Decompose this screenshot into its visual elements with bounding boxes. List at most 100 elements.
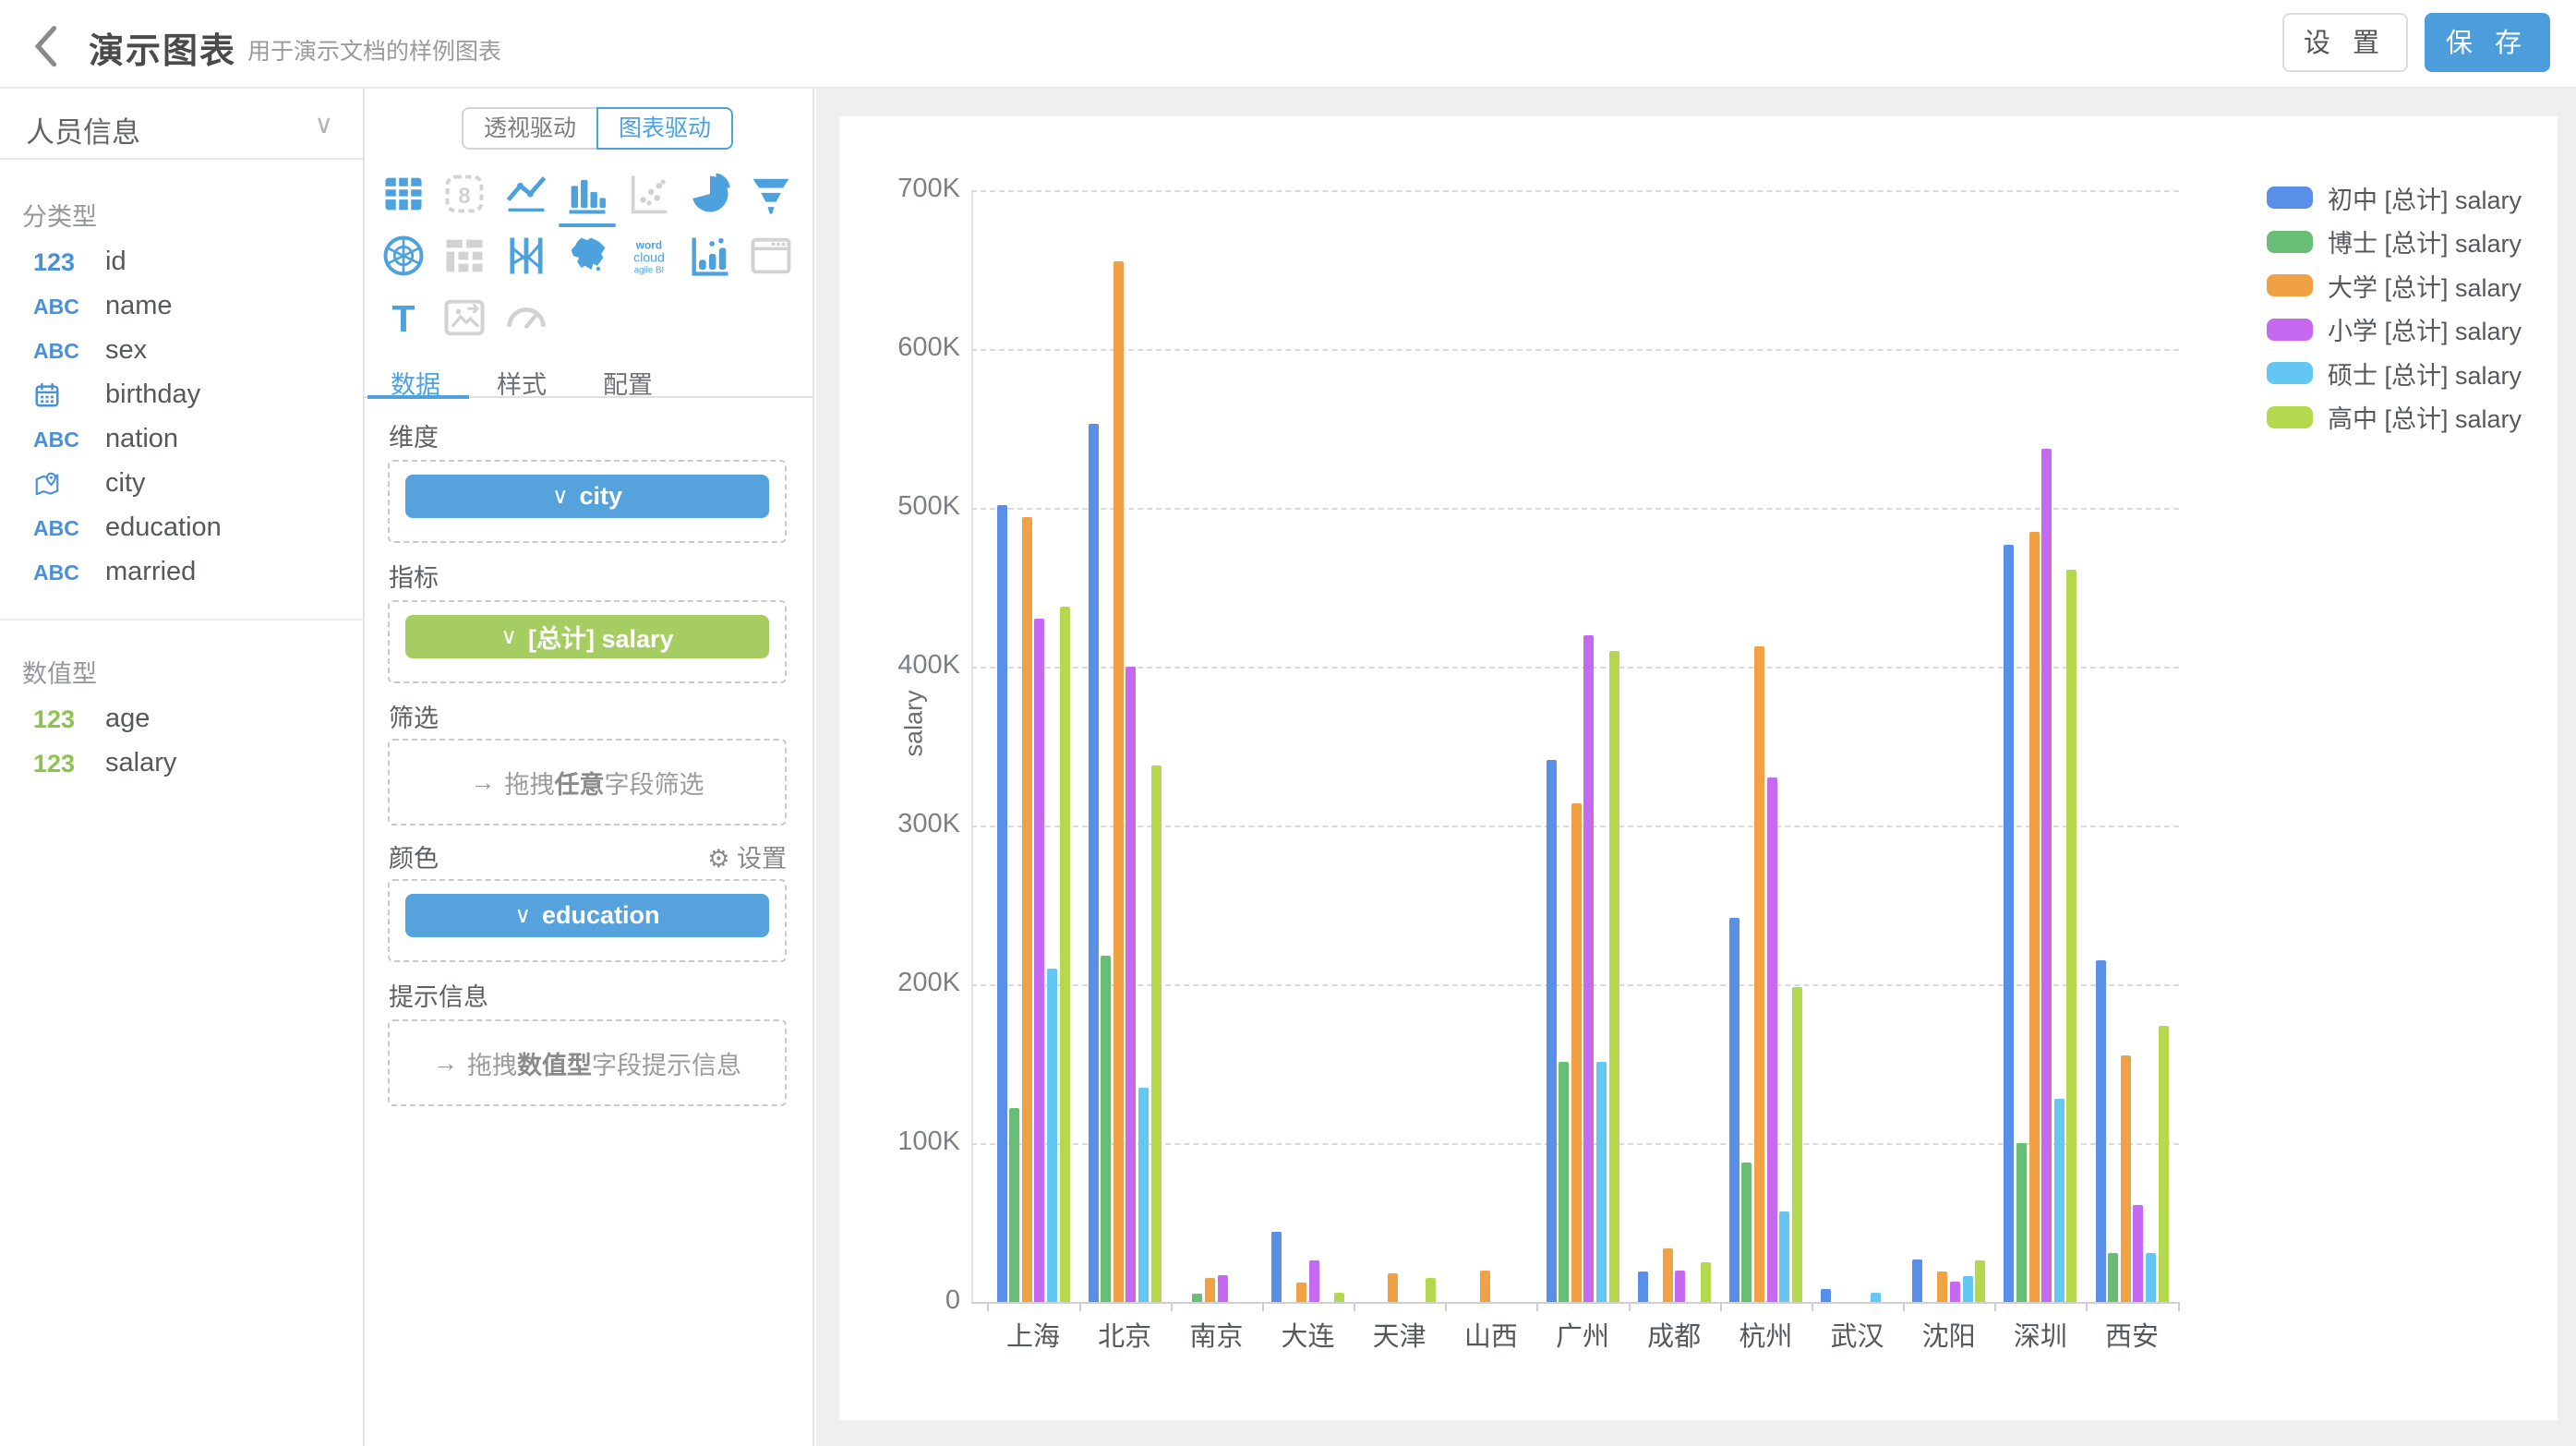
- bar-杭州-series-0: [1729, 918, 1739, 1302]
- chart-type-bar-icon[interactable]: [563, 170, 611, 218]
- field-item-nation[interactable]: ABC nation: [0, 419, 365, 464]
- field-item-id[interactable]: 123id: [0, 242, 365, 286]
- bar-深圳-series-5: [2066, 570, 2076, 1302]
- dataset-selector[interactable]: 人员信息 ∨: [0, 89, 363, 160]
- metric-chip-salary[interactable]: ∨ [总计] salary: [405, 615, 769, 658]
- field-name: education: [105, 512, 222, 543]
- gear-icon: ⚙: [707, 845, 729, 873]
- chart-type-single-number-icon: 8: [440, 170, 488, 218]
- legend-label: 硕士 [总计] salary: [2328, 355, 2522, 392]
- field-item-married[interactable]: ABCmarried: [0, 552, 365, 596]
- filter-hint: → 拖拽任意字段筛选: [390, 741, 785, 824]
- chart-type-text-icon[interactable]: T: [379, 294, 427, 342]
- bar-深圳-series-1: [2016, 1143, 2027, 1302]
- mode-tab-pivot[interactable]: 透视驱动: [462, 107, 596, 150]
- chart-type-word-cloud-icon[interactable]: wordcloudagile BI: [625, 232, 673, 280]
- map-pin-icon: [33, 464, 92, 504]
- svg-text:T: T: [391, 297, 415, 340]
- field-item-name[interactable]: ABCname: [0, 286, 365, 331]
- chart-type-radar-icon[interactable]: [379, 232, 427, 280]
- field-name: nation: [105, 424, 178, 454]
- field-name: birthday: [105, 380, 200, 410]
- chart-type-line-icon[interactable]: [502, 170, 550, 218]
- x-axis-tick: [2086, 1302, 2088, 1311]
- chart-type-china-map-icon[interactable]: [563, 232, 611, 280]
- color-chip-label: education: [542, 901, 660, 930]
- color-dropzone[interactable]: ∨ education: [388, 879, 787, 962]
- bar-成都-series-5: [1701, 1262, 1711, 1302]
- text-field-icon: ABC: [33, 508, 92, 548]
- mode-tab-chart[interactable]: 图表驱动: [596, 107, 733, 150]
- chart-type-parallel-icon[interactable]: [502, 232, 550, 280]
- save-button[interactable]: 保 存: [2425, 13, 2550, 72]
- legend-item-1[interactable]: 博士 [总计] salary: [2267, 223, 2522, 260]
- bar-成都-series-0: [1638, 1271, 1648, 1302]
- bar-杭州-series-3: [1767, 777, 1777, 1302]
- x-axis-tick: [987, 1302, 989, 1311]
- bar-大连-series-0: [1271, 1232, 1282, 1302]
- field-item-age[interactable]: 123age: [0, 699, 365, 743]
- panel-tab-1[interactable]: 样式: [497, 365, 547, 401]
- page-title: 演示图表: [89, 22, 236, 73]
- color-chip-education[interactable]: ∨ education: [405, 894, 769, 937]
- chevron-down-icon: ∨: [514, 902, 531, 929]
- y-tick-label: 300K: [831, 809, 960, 839]
- field-item-birthday[interactable]: birthday: [0, 375, 365, 419]
- field-name: married: [105, 557, 196, 587]
- bar-西安-series-4: [2146, 1253, 2156, 1302]
- bar-沈阳-series-4: [1963, 1276, 1973, 1302]
- legend-item-2[interactable]: 大学 [总计] salary: [2267, 267, 2522, 304]
- bar-上海-series-4: [1047, 969, 1057, 1302]
- legend-item-5[interactable]: 高中 [总计] salary: [2267, 399, 2522, 436]
- bar-天津-series-5: [1426, 1278, 1436, 1302]
- bar-沈阳-series-0: [1912, 1259, 1922, 1302]
- filter-dropzone[interactable]: → 拖拽任意字段筛选: [388, 739, 787, 825]
- bar-北京-series-3: [1125, 667, 1136, 1302]
- text-field-icon: ABC: [33, 419, 92, 460]
- gridline: [971, 349, 2179, 351]
- bar-北京-series-0: [1089, 424, 1099, 1302]
- panel-tab-2[interactable]: 配置: [603, 365, 653, 401]
- legend-item-0[interactable]: 初中 [总计] salary: [2267, 179, 2522, 216]
- chart-type-funnel-icon[interactable]: [747, 170, 795, 218]
- bar-杭州-series-2: [1754, 646, 1764, 1302]
- tooltip-dropzone[interactable]: → 拖拽数值型字段提示信息: [388, 1019, 787, 1106]
- mode-toggle: 透视驱动图表驱动: [462, 107, 733, 150]
- legend-swatch: [2267, 274, 2313, 296]
- dimension-chip-city[interactable]: ∨ city: [405, 475, 769, 518]
- chart-type-pie-icon[interactable]: [686, 170, 734, 218]
- bar-广州-series-3: [1583, 635, 1594, 1302]
- legend-label: 大学 [总计] salary: [2328, 268, 2522, 304]
- field-name: age: [105, 704, 150, 734]
- x-axis-tick: [1720, 1302, 1722, 1311]
- field-item-salary[interactable]: 123salary: [0, 743, 365, 788]
- field-item-sex[interactable]: ABCsex: [0, 331, 365, 375]
- chart-type-table-icon[interactable]: [379, 170, 427, 218]
- color-settings-button[interactable]: ⚙ 设置: [707, 838, 787, 874]
- bar-西安-series-2: [2121, 1055, 2131, 1302]
- legend-swatch: [2267, 231, 2313, 253]
- bar-大连-series-2: [1296, 1283, 1306, 1302]
- metric-dropzone[interactable]: ∨ [总计] salary: [388, 600, 787, 683]
- chevron-down-icon: ∨: [500, 623, 517, 650]
- bar-成都-series-3: [1675, 1271, 1685, 1302]
- dimension-dropzone[interactable]: ∨ city: [388, 460, 787, 543]
- y-tick-label: 700K: [831, 174, 960, 204]
- x-axis-line: [971, 1302, 2179, 1304]
- panel-tabs: 数据样式配置: [365, 365, 814, 398]
- legend-item-4[interactable]: 硕士 [总计] salary: [2267, 355, 2522, 392]
- active-tab-underline: [367, 395, 469, 399]
- gridline: [971, 667, 2179, 669]
- x-axis-tick: [1629, 1302, 1631, 1311]
- field-name: sex: [105, 335, 147, 366]
- chart-type-bullet-icon[interactable]: [686, 232, 734, 280]
- field-item-city[interactable]: city: [0, 464, 365, 508]
- settings-button[interactable]: 设 置: [2282, 13, 2408, 72]
- app-header: 演示图表 用于演示文档的样例图表 设 置 保 存: [0, 0, 2576, 89]
- field-name: salary: [105, 748, 176, 778]
- back-button[interactable]: [24, 20, 72, 68]
- legend-item-3[interactable]: 小学 [总计] salary: [2267, 311, 2522, 348]
- bar-深圳-series-4: [2054, 1099, 2064, 1302]
- field-item-education[interactable]: ABC education: [0, 508, 365, 552]
- bar-上海-series-1: [1009, 1108, 1019, 1302]
